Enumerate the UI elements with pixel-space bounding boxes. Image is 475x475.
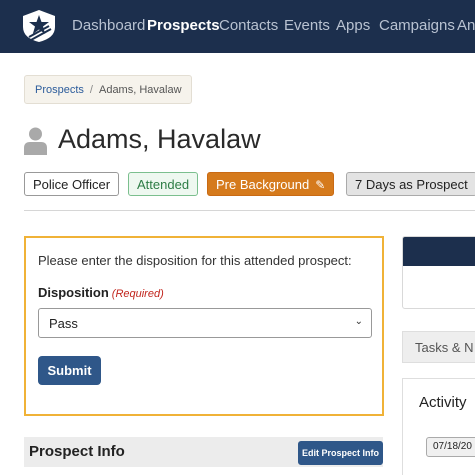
star-shield-logo-icon[interactable]	[22, 9, 56, 43]
tab-tasks-notes[interactable]: Tasks & N	[402, 331, 475, 363]
divider	[24, 210, 475, 211]
activity-title: Activity	[419, 394, 467, 411]
disposition-selected-value: Pass	[49, 316, 78, 331]
submit-button[interactable]: Submit	[38, 356, 101, 385]
disposition-prompt: Please enter the disposition for this at…	[38, 253, 352, 268]
disposition-panel: Please enter the disposition for this at…	[24, 236, 384, 416]
side-summary-panel	[402, 236, 475, 309]
days-badge: 7 Days as Prospect	[346, 172, 475, 196]
status-badge: Attended	[128, 172, 199, 196]
user-icon	[24, 127, 47, 155]
nav-item-campaigns[interactable]: Campaigns	[379, 17, 455, 34]
activity-date-filter[interactable]: 07/18/20	[426, 437, 475, 457]
pencil-icon[interactable]: ✎	[315, 178, 325, 192]
nav-item-analytics[interactable]: Ana	[457, 17, 475, 34]
nav-item-apps[interactable]: Apps	[336, 17, 370, 34]
breadcrumb-separator: /	[89, 84, 93, 96]
role-badge: Police Officer	[24, 172, 120, 196]
nav-item-events[interactable]: Events	[284, 17, 330, 34]
chevron-down-icon: ⌄	[354, 316, 363, 327]
prospect-info-title: Prospect Info	[29, 443, 125, 460]
prospect-info-header: Prospect Info Edit Prospect Info	[24, 437, 383, 467]
breadcrumb-current: Adams, Havalaw	[98, 84, 182, 96]
page-title: Adams, Havalaw	[58, 124, 261, 154]
side-panel-header	[403, 237, 475, 266]
disposition-label: Disposition (Required)	[38, 285, 164, 300]
breadcrumb: Prospects / Adams, Havalaw	[24, 75, 192, 104]
nav-item-prospects[interactable]: Prospects	[147, 17, 220, 34]
disposition-label-text: Disposition	[38, 285, 109, 300]
activity-panel: Activity 07/18/20	[402, 378, 475, 475]
nav-item-contacts[interactable]: Contacts	[219, 17, 278, 34]
breadcrumb-link-prospects[interactable]: Prospects	[35, 84, 84, 96]
top-navigation-bar: Dashboard Prospects Contacts Events Apps…	[0, 0, 475, 53]
required-indicator: (Required)	[111, 288, 164, 300]
edit-prospect-info-button[interactable]: Edit Prospect Info	[298, 441, 383, 465]
disposition-select[interactable]: Pass ⌄	[38, 308, 372, 338]
nav-item-dashboard[interactable]: Dashboard	[72, 17, 145, 34]
stage-badge[interactable]: Pre Background ✎	[207, 172, 335, 196]
stage-label: Pre Background	[216, 177, 310, 192]
